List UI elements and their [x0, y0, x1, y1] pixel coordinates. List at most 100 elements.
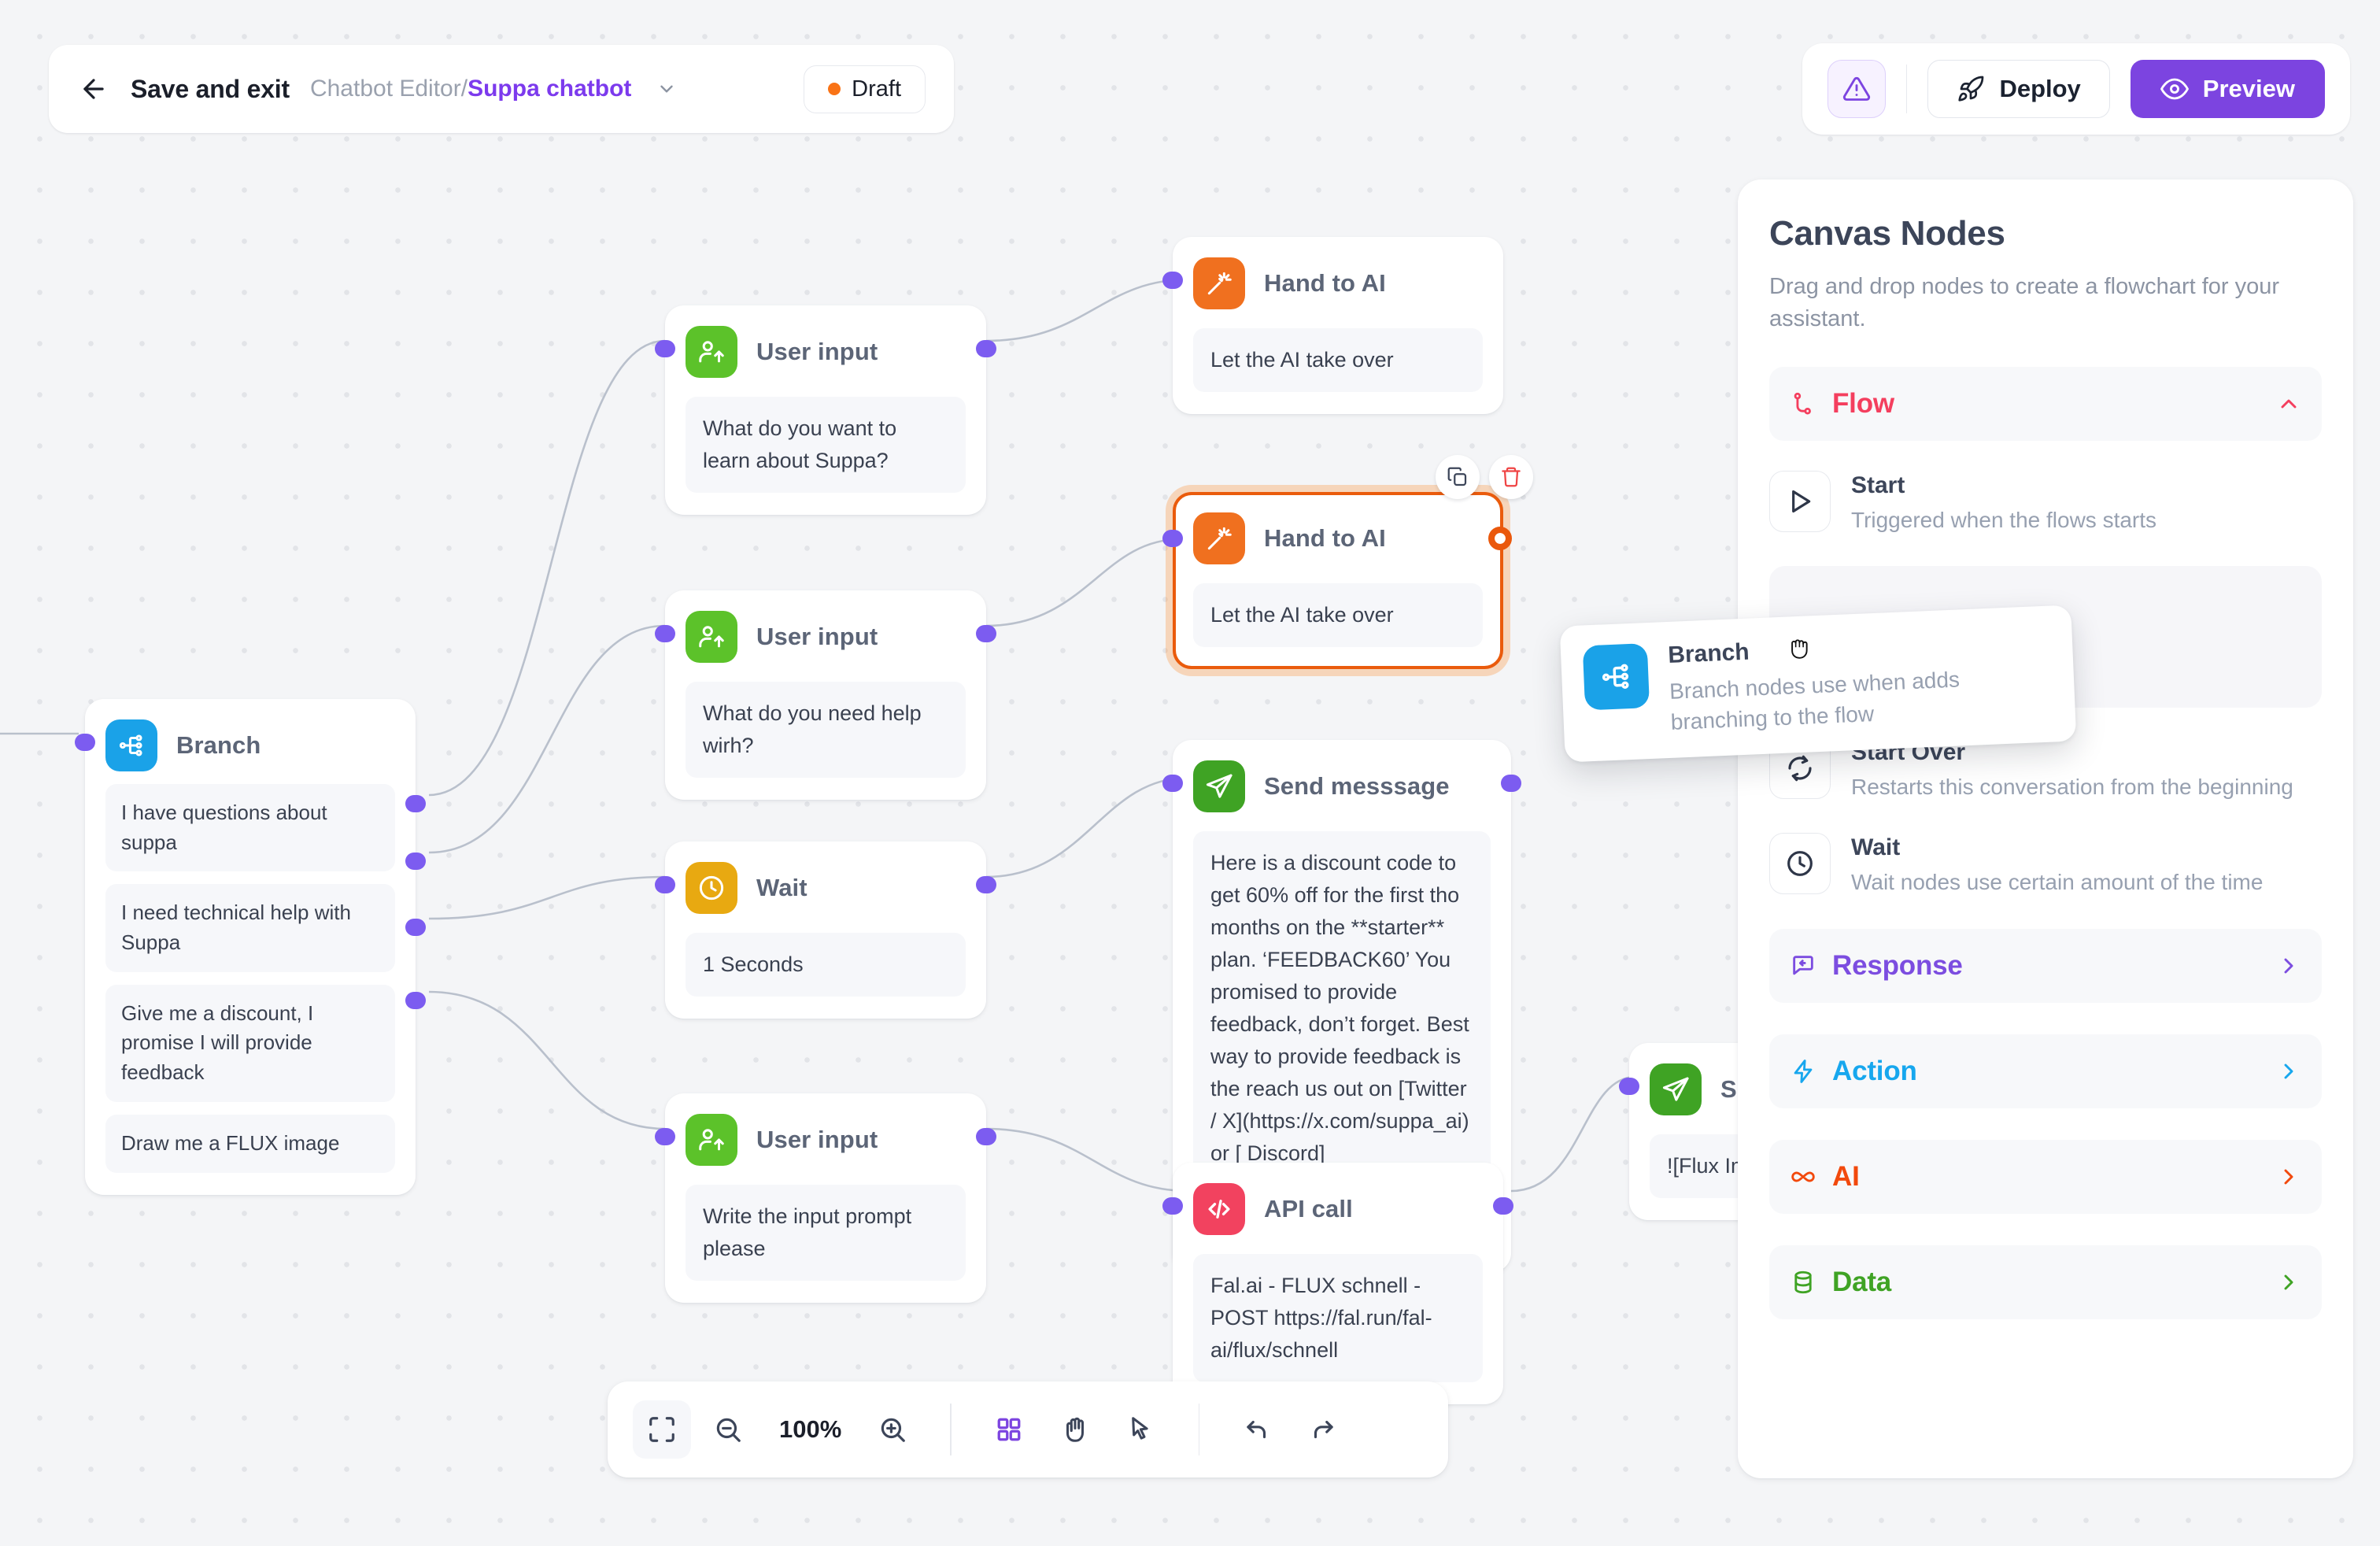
node-body[interactable]: 1 Seconds: [686, 933, 966, 997]
eye-icon: [2160, 75, 2189, 103]
node-body[interactable]: Let the AI take over: [1193, 583, 1483, 648]
infinity-icon: [1790, 1163, 1816, 1190]
chevron-up-icon[interactable]: [2276, 391, 2301, 416]
node-handle-target[interactable]: [1162, 272, 1183, 289]
node-handle-source-selected[interactable]: [1488, 527, 1512, 550]
branch-icon: [105, 719, 157, 771]
zoom-level[interactable]: 100%: [765, 1415, 856, 1444]
node-handle-target[interactable]: [1162, 530, 1183, 547]
status-badge[interactable]: Draft: [804, 65, 926, 113]
chevron-right-icon[interactable]: [2276, 1164, 2301, 1189]
preview-button[interactable]: Preview: [2130, 60, 2325, 118]
node-handle-target[interactable]: [655, 625, 675, 642]
group-header-ai[interactable]: AI: [1769, 1140, 2322, 1215]
node-user-input-3[interactable]: User input Write the input prompt please: [655, 1093, 996, 1304]
sidebar-node-wait[interactable]: Wait Wait nodes use certain amount of th…: [1769, 832, 2322, 898]
node-handle-source[interactable]: [405, 992, 426, 1009]
sidebar-node-name: Wait: [1851, 834, 1901, 860]
group-header-response[interactable]: Response: [1769, 929, 2322, 1004]
group-label: Flow: [1832, 388, 1894, 420]
database-icon: [1790, 1269, 1816, 1296]
node-handle-source[interactable]: [976, 340, 996, 357]
node-branch[interactable]: Branch I have questions about suppa I ne…: [75, 699, 426, 1195]
branch-option[interactable]: Draw me a FLUX image: [105, 1114, 395, 1173]
node-body[interactable]: Fal.ai - FLUX schnell - POST https://fal…: [1193, 1254, 1483, 1383]
undo-icon[interactable]: [1228, 1400, 1286, 1459]
warning-triangle-icon[interactable]: [1827, 60, 1886, 118]
chevron-right-icon[interactable]: [2276, 1059, 2301, 1084]
node-handle-source[interactable]: [976, 876, 996, 893]
node-title: User input: [756, 1126, 878, 1153]
sidebar-node-text: Wait Wait nodes use certain amount of th…: [1851, 833, 2263, 898]
node-body[interactable]: Let the AI take over: [1193, 328, 1483, 393]
node-user-input-2[interactable]: User input What do you need help wirh?: [655, 590, 996, 801]
divider: [950, 1404, 952, 1455]
branch-option[interactable]: Give me a discount, I promise I will pro…: [105, 984, 395, 1102]
node-wait[interactable]: Wait 1 Seconds: [655, 841, 996, 1019]
node-handle-source[interactable]: [405, 795, 426, 812]
drag-preview-desc: Branch nodes use when adds branching to …: [1669, 667, 1961, 734]
node-handle-target[interactable]: [1162, 1197, 1183, 1215]
branch-option[interactable]: I have questions about suppa: [105, 784, 395, 872]
chevron-right-icon[interactable]: [2276, 953, 2301, 978]
node-handle-target[interactable]: [655, 1128, 675, 1145]
clock-icon: [1769, 832, 1831, 894]
deploy-button[interactable]: Deploy: [1927, 60, 2110, 118]
node-header: Branch: [105, 719, 395, 771]
cursor-icon[interactable]: [1112, 1400, 1170, 1459]
status-dot: [828, 83, 841, 95]
user-add-icon: [686, 611, 737, 663]
rocket-icon: [1957, 75, 1985, 103]
node-handle-source[interactable]: [1493, 1197, 1513, 1215]
code-icon: [1193, 1183, 1245, 1235]
zoom-out-icon[interactable]: [699, 1400, 757, 1459]
redo-icon[interactable]: [1294, 1400, 1352, 1459]
sidebar-node-start[interactable]: Start Triggered when the flows starts: [1769, 471, 2322, 536]
drag-preview-text: Branch Branch nodes use when adds branch…: [1668, 627, 2054, 738]
node-handle-target[interactable]: [655, 340, 675, 357]
divider: [1905, 65, 1908, 113]
chevron-down-icon[interactable]: [656, 79, 677, 99]
group-header-flow[interactable]: Flow: [1769, 367, 2322, 442]
node-title: Hand to AI: [1264, 524, 1386, 552]
back-icon[interactable]: [77, 72, 110, 105]
node-handle-target[interactable]: [655, 876, 675, 893]
user-add-icon: [686, 1114, 737, 1166]
breadcrumb: Chatbot Editor/Suppa chatbot: [310, 76, 631, 102]
node-header: Hand to AI: [1193, 257, 1483, 309]
group-header-data[interactable]: Data: [1769, 1245, 2322, 1320]
node-title: Hand to AI: [1264, 269, 1386, 297]
node-user-input-1[interactable]: User input What do you want to learn abo…: [655, 305, 996, 516]
group-label: Action: [1832, 1056, 1917, 1087]
trash-icon[interactable]: [1489, 455, 1533, 499]
node-hand-to-ai-1[interactable]: Hand to AI Let the AI take over: [1162, 237, 1503, 415]
node-handle-source[interactable]: [976, 1128, 996, 1145]
branch-option[interactable]: I need technical help with Suppa: [105, 884, 395, 972]
chevron-right-icon[interactable]: [2276, 1270, 2301, 1295]
node-handle-target[interactable]: [1619, 1078, 1639, 1095]
node-body[interactable]: Write the input prompt please: [686, 1185, 966, 1282]
node-handle-source[interactable]: [405, 853, 426, 870]
breadcrumb-current[interactable]: Suppa chatbot: [468, 76, 631, 102]
node-title: User input: [756, 623, 878, 650]
node-api-call[interactable]: API call Fal.ai - FLUX schnell - POST ht…: [1162, 1163, 1513, 1405]
breadcrumb-prefix[interactable]: Chatbot Editor/: [310, 76, 468, 102]
node-body[interactable]: What do you want to learn about Suppa?: [686, 397, 966, 494]
node-hand-to-ai-2[interactable]: Hand to AI Let the AI take over: [1162, 492, 1512, 670]
save-and-exit-label[interactable]: Save and exit: [131, 75, 290, 104]
sidebar-node-name: Start: [1851, 472, 1905, 499]
node-body[interactable]: What do you need help wirh?: [686, 682, 966, 779]
node-handle-target[interactable]: [1162, 775, 1183, 792]
grid-icon[interactable]: [980, 1400, 1038, 1459]
node-handle-source[interactable]: [405, 919, 426, 936]
zoom-in-icon[interactable]: [863, 1400, 922, 1459]
hand-icon[interactable]: [1046, 1400, 1104, 1459]
node-handle-source[interactable]: [1501, 775, 1521, 792]
fit-screen-icon[interactable]: [633, 1400, 691, 1459]
node-handle-source[interactable]: [976, 625, 996, 642]
drag-preview-branch[interactable]: Branch Branch nodes use when adds branch…: [1559, 605, 2077, 763]
copy-icon[interactable]: [1436, 455, 1480, 499]
node-handle-target[interactable]: [75, 734, 95, 751]
group-label: Data: [1832, 1267, 1892, 1298]
group-header-action[interactable]: Action: [1769, 1034, 2322, 1109]
